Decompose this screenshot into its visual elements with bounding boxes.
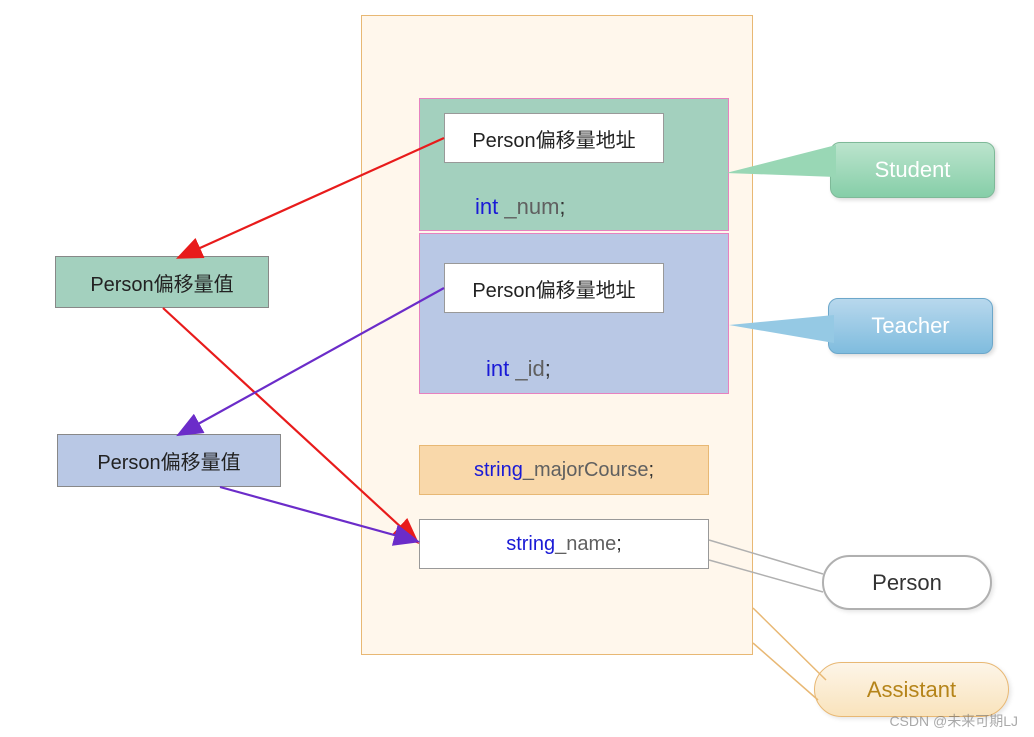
teacher-callout-label: Teacher [871,313,949,339]
person-callout-label: Person [872,570,942,596]
teacher-id-field: int _id; [486,356,551,382]
teacher-offset-addr-label: Person偏移量地址 [472,274,635,303]
offset-value-blue-label: Person偏移量值 [97,446,240,475]
assistant-callout-label: Assistant [867,677,956,703]
student-offset-addr-box: Person偏移量地址 [444,113,664,163]
student-num-field: int _num; [475,194,566,220]
string-keyword: string [474,459,523,482]
offset-value-green-label: Person偏移量值 [90,268,233,297]
semicolon: ; [648,459,654,482]
offset-value-blue-box: Person偏移量值 [57,434,281,487]
string-keyword: string [506,533,555,556]
watermark: CSDN @未来可期LJ [889,711,1018,731]
student-callout: Student [830,142,995,198]
assistant-connector-top [753,608,826,680]
majorcourse-var: _majorCourse [523,459,649,482]
semicolon: ; [559,194,565,219]
teacher-callout: Teacher [828,298,993,354]
offset-value-green-box: Person偏移量值 [55,256,269,308]
int-keyword: int [475,194,498,219]
teacher-offset-addr-box: Person偏移量地址 [444,263,664,313]
student-offset-addr-label: Person偏移量地址 [472,124,635,153]
person-callout: Person [822,555,992,610]
teacher-group [419,233,729,394]
id-var: _id [509,356,544,381]
majorcourse-box: string _majorCourse; [419,445,709,495]
assistant-callout: Assistant [814,662,1009,717]
num-var: _num [498,194,559,219]
semicolon: ; [545,356,551,381]
name-box: string _name; [419,519,709,569]
student-callout-label: Student [875,157,951,183]
name-var: _name [555,533,616,556]
assistant-connector-bottom [753,643,818,700]
int-keyword: int [486,356,509,381]
semicolon: ; [616,533,622,556]
